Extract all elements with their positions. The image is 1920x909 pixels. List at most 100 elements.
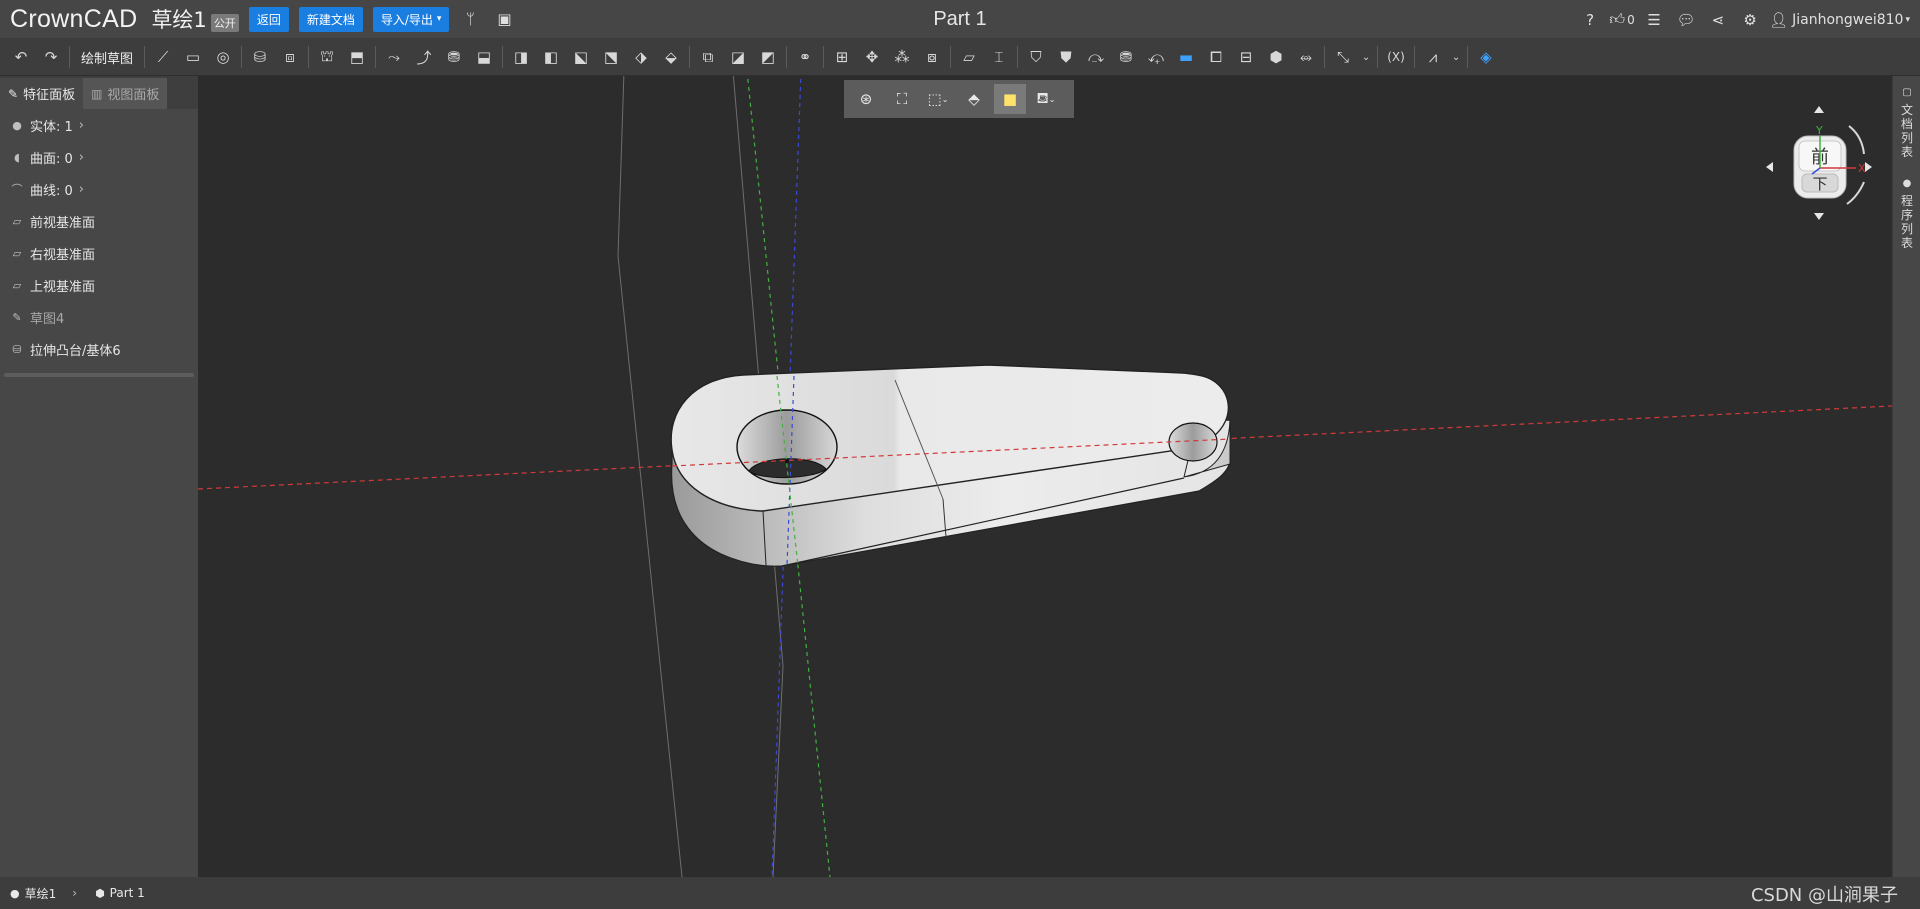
share-icon[interactable]: ⋖ bbox=[1705, 7, 1731, 33]
toolbar-divider bbox=[375, 46, 377, 68]
appearance-icon[interactable]: ⛾ ⌄ bbox=[1030, 84, 1062, 114]
loft-cut-icon[interactable]: ⬓ bbox=[469, 42, 499, 72]
status-bar: ● 草绘1 › ⬢ Part 1 CSDN @山涧果子 bbox=[0, 877, 1920, 909]
import-export-button[interactable]: 导入/导出 ▾ bbox=[372, 6, 450, 32]
toolbar-divider bbox=[1324, 46, 1326, 68]
revolve-icon[interactable]: ⛫ bbox=[312, 42, 342, 72]
cube-rotate-down-icon[interactable] bbox=[1814, 213, 1824, 220]
curve-pattern-icon[interactable]: ⁂ bbox=[887, 42, 917, 72]
knit-surface-icon[interactable]: ⥈ bbox=[1291, 42, 1321, 72]
display-section-icon[interactable]: ⊛ bbox=[850, 84, 882, 114]
reference-plane-icon[interactable]: ▱ bbox=[954, 42, 984, 72]
view-orientation-icon[interactable]: ⬚ ⌄ bbox=[922, 84, 954, 114]
3d-viewport[interactable]: ⊛ ⛶ ⬚ ⌄ ⬘ ■ ⛾ ⌄ 前 下 X Y bbox=[198, 76, 1892, 877]
hole-icon[interactable]: ⬙ bbox=[656, 42, 686, 72]
draw-sketch-button[interactable]: 绘制草图 bbox=[73, 48, 141, 67]
sweep-cut-icon[interactable]: ⤴ bbox=[409, 42, 439, 72]
delete-face-icon[interactable]: ⧠ bbox=[1201, 42, 1231, 72]
back-button[interactable]: 返回 bbox=[248, 6, 289, 32]
feature-right-plane[interactable]: ▱ 右视基准面 bbox=[0, 237, 198, 269]
thicken-icon[interactable]: ▬ bbox=[1171, 42, 1201, 72]
branch-icon[interactable]: ᛘ bbox=[457, 6, 483, 32]
thumbs-up-icon: 👍︎ bbox=[1609, 10, 1626, 28]
chevron-right-icon: › bbox=[78, 149, 84, 165]
tab-view-panel[interactable]: ▥ 视图面板 bbox=[83, 78, 168, 109]
measure-icon[interactable]: ⩘ bbox=[1418, 42, 1448, 72]
like-button[interactable]: 👍︎ 0 bbox=[1609, 7, 1635, 33]
variables-icon[interactable]: (X) bbox=[1381, 42, 1411, 72]
tab-program-list[interactable]: ● 程序列表 bbox=[1893, 159, 1920, 250]
cube-rotate-up-icon[interactable] bbox=[1814, 106, 1824, 113]
reference-axis-icon[interactable]: ⌶ bbox=[984, 42, 1014, 72]
cube-roll-cw-icon[interactable] bbox=[1848, 125, 1865, 155]
solid-body-icon: ● bbox=[12, 118, 22, 132]
help-icon[interactable]: ? bbox=[1577, 7, 1603, 33]
user-menu[interactable]: 👤︎ Jianhongwei810 ▾ bbox=[1769, 7, 1910, 33]
surface-loft-icon[interactable]: ⛃ bbox=[1111, 42, 1141, 72]
zoom-fit-icon[interactable]: ⛶ bbox=[886, 84, 918, 114]
draft-icon[interactable]: ⬕ bbox=[566, 42, 596, 72]
comment-icon[interactable]: 💬︎ bbox=[1673, 7, 1699, 33]
chevron-down-icon[interactable]: ⌄ bbox=[1448, 42, 1464, 72]
breadcrumb-part[interactable]: Part 1 bbox=[110, 886, 145, 900]
cube-roll-ccw-icon[interactable] bbox=[1846, 181, 1865, 205]
revolve-cut-icon[interactable]: ⬒ bbox=[342, 42, 372, 72]
sketch-globe-icon: ● bbox=[10, 886, 20, 900]
circular-pattern-icon[interactable]: ✥ bbox=[857, 42, 887, 72]
shell-icon[interactable]: ⬔ bbox=[596, 42, 626, 72]
redo-icon[interactable]: ↷ bbox=[36, 42, 66, 72]
feature-extrude-boss[interactable]: ⛁ 拉伸凸台/基体6 bbox=[0, 333, 198, 365]
move-body-icon[interactable]: ⧇ bbox=[917, 42, 947, 72]
replace-face-icon[interactable]: ⊟ bbox=[1231, 42, 1261, 72]
loft-icon[interactable]: ⛃ bbox=[439, 42, 469, 72]
material-icon[interactable]: ◈ bbox=[1471, 42, 1501, 72]
save-icon[interactable]: ▣ bbox=[491, 6, 517, 32]
new-document-button[interactable]: 新建文档 bbox=[298, 6, 363, 32]
circle-icon[interactable]: ◎ bbox=[208, 42, 238, 72]
rectangle-icon[interactable]: ▭ bbox=[178, 42, 208, 72]
breadcrumb-document[interactable]: 草绘1 bbox=[25, 885, 57, 902]
settings-gear-icon[interactable]: ⚙ bbox=[1737, 7, 1763, 33]
cube-rotate-left-icon[interactable] bbox=[1766, 162, 1773, 172]
combine-icon[interactable]: ◩ bbox=[753, 42, 783, 72]
3d-scene[interactable] bbox=[198, 76, 1892, 877]
plane-icon: ▱ bbox=[12, 214, 22, 228]
shaded-display-icon[interactable]: ■ bbox=[994, 84, 1026, 114]
list-icon[interactable]: ☰ bbox=[1641, 7, 1667, 33]
surface-bodies-folder[interactable]: ◖ 曲面: 0 › bbox=[0, 141, 198, 173]
extrude-boss-icon[interactable]: ⛁ bbox=[245, 42, 275, 72]
curves-folder[interactable]: ⌒ 曲线: 0 › bbox=[0, 173, 198, 205]
sweep-icon[interactable]: ⤳ bbox=[379, 42, 409, 72]
boolean-icon[interactable]: ⧉ bbox=[693, 42, 723, 72]
coordinate-system-icon[interactable]: ⤡ bbox=[1328, 42, 1358, 72]
chamfer-icon[interactable]: ◧ bbox=[536, 42, 566, 72]
chevron-down-icon[interactable]: ⌄ bbox=[1358, 42, 1374, 72]
surface-extrude-icon[interactable]: ⛉ bbox=[1021, 42, 1051, 72]
linear-pattern-icon[interactable]: ⊞ bbox=[827, 42, 857, 72]
surface-sweep-icon[interactable]: ⤼ bbox=[1081, 42, 1111, 72]
rib-icon[interactable]: ⬗ bbox=[626, 42, 656, 72]
split-icon[interactable]: ◪ bbox=[723, 42, 753, 72]
fillet-icon[interactable]: ◨ bbox=[506, 42, 536, 72]
feature-sketch[interactable]: ✎ 草图4 bbox=[0, 301, 198, 333]
app-window: CrownCAD 草绘1 公开 返回 新建文档 导入/导出 ▾ ᛘ ▣ Part… bbox=[0, 0, 1920, 909]
solid-box-icon[interactable]: ⬢ bbox=[1261, 42, 1291, 72]
solid-bodies-folder[interactable]: ● 实体: 1 › bbox=[0, 109, 198, 141]
tab-feature-panel[interactable]: ✎ 特征面板 bbox=[0, 78, 84, 109]
toolbar-divider bbox=[1414, 46, 1416, 68]
header-actions: ? 👍︎ 0 ☰ 💬︎ ⋖ ⚙ 👤︎ Jianhongwei810 ▾ bbox=[1571, 0, 1910, 39]
polyline-icon[interactable]: ⟋ bbox=[148, 42, 178, 72]
cube-rotate-right-icon[interactable] bbox=[1865, 162, 1872, 172]
surface-revolve-icon[interactable]: ⛊ bbox=[1051, 42, 1081, 72]
panel-scroll-track[interactable] bbox=[4, 373, 194, 377]
undo-icon[interactable]: ↶ bbox=[6, 42, 36, 72]
normal-to-icon[interactable]: ⬘ bbox=[958, 84, 990, 114]
extrude-cut-icon[interactable]: ⧈ bbox=[275, 42, 305, 72]
surface-fill-icon[interactable]: ⤽ bbox=[1141, 42, 1171, 72]
mirror-icon[interactable]: ⚭ bbox=[790, 42, 820, 72]
feature-front-plane[interactable]: ▱ 前视基准面 bbox=[0, 205, 198, 237]
document-title[interactable]: 草绘1 bbox=[151, 4, 206, 34]
tab-document-list[interactable]: ▢ 文档列表 bbox=[1893, 76, 1920, 159]
view-cube[interactable]: 前 下 X Y bbox=[1754, 96, 1884, 226]
feature-top-plane[interactable]: ▱ 上视基准面 bbox=[0, 269, 198, 301]
